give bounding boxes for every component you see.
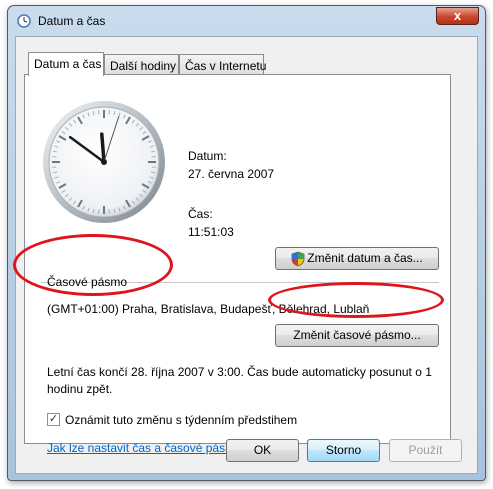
change-datetime-button[interactable]: Změnit datum a čas...: [275, 247, 439, 270]
close-button[interactable]: x: [436, 7, 479, 25]
title-bar[interactable]: Datum a čas x: [8, 6, 485, 36]
time-label: Čas:: [188, 207, 213, 221]
tab-panel: Datum: 27. června 2007 Čas: 11:51:03 Změ…: [24, 74, 451, 455]
tab-dalsi-hodiny[interactable]: Další hodiny: [104, 54, 179, 76]
timezone-heading: Časové pásmo: [47, 275, 128, 289]
close-icon: x: [453, 8, 462, 23]
notify-checkbox[interactable]: ✓: [47, 413, 60, 426]
date-label: Datum:: [188, 149, 227, 163]
clock-hour-hand: [100, 132, 106, 164]
analog-clock: [43, 101, 165, 223]
timezone-value: (GMT+01:00) Praha, Bratislava, Budapešť,…: [47, 302, 370, 316]
notify-checkbox-label[interactable]: Oznámit tuto změnu s týdenním předstihem: [65, 413, 297, 427]
clock-center-pin: [101, 159, 107, 165]
tab-datum-a-cas[interactable]: Datum a čas: [28, 52, 104, 76]
dialog-client-area: Datum a čas Další hodiny Čas v Internetu: [15, 36, 478, 474]
date-value: 27. června 2007: [188, 167, 275, 181]
checkmark-icon: ✓: [48, 413, 59, 425]
ok-button[interactable]: OK: [226, 439, 299, 462]
apply-button[interactable]: Použít: [389, 439, 462, 462]
shield-icon: [291, 251, 305, 267]
window-title: Datum a čas: [38, 14, 106, 28]
time-value: 11:51:03: [188, 225, 234, 239]
clock-app-icon: [17, 14, 31, 28]
change-datetime-label: Změnit datum a čas...: [307, 251, 423, 265]
help-link[interactable]: Jak lze nastavit čas a časové pásmo?: [47, 441, 248, 455]
tab-cas-v-internetu[interactable]: Čas v Internetu: [179, 54, 266, 76]
dialog-window: Datum a čas x Datum a čas Další hodiny Č…: [7, 5, 486, 481]
cancel-button[interactable]: Storno: [307, 439, 380, 462]
change-timezone-button[interactable]: Změnit časové pásmo...: [275, 324, 439, 347]
dst-notice-line1: Letní čas končí 28. října 2007 v 3:00. Č…: [47, 365, 432, 379]
dst-notice-line2: hodinu zpět.: [47, 382, 113, 396]
